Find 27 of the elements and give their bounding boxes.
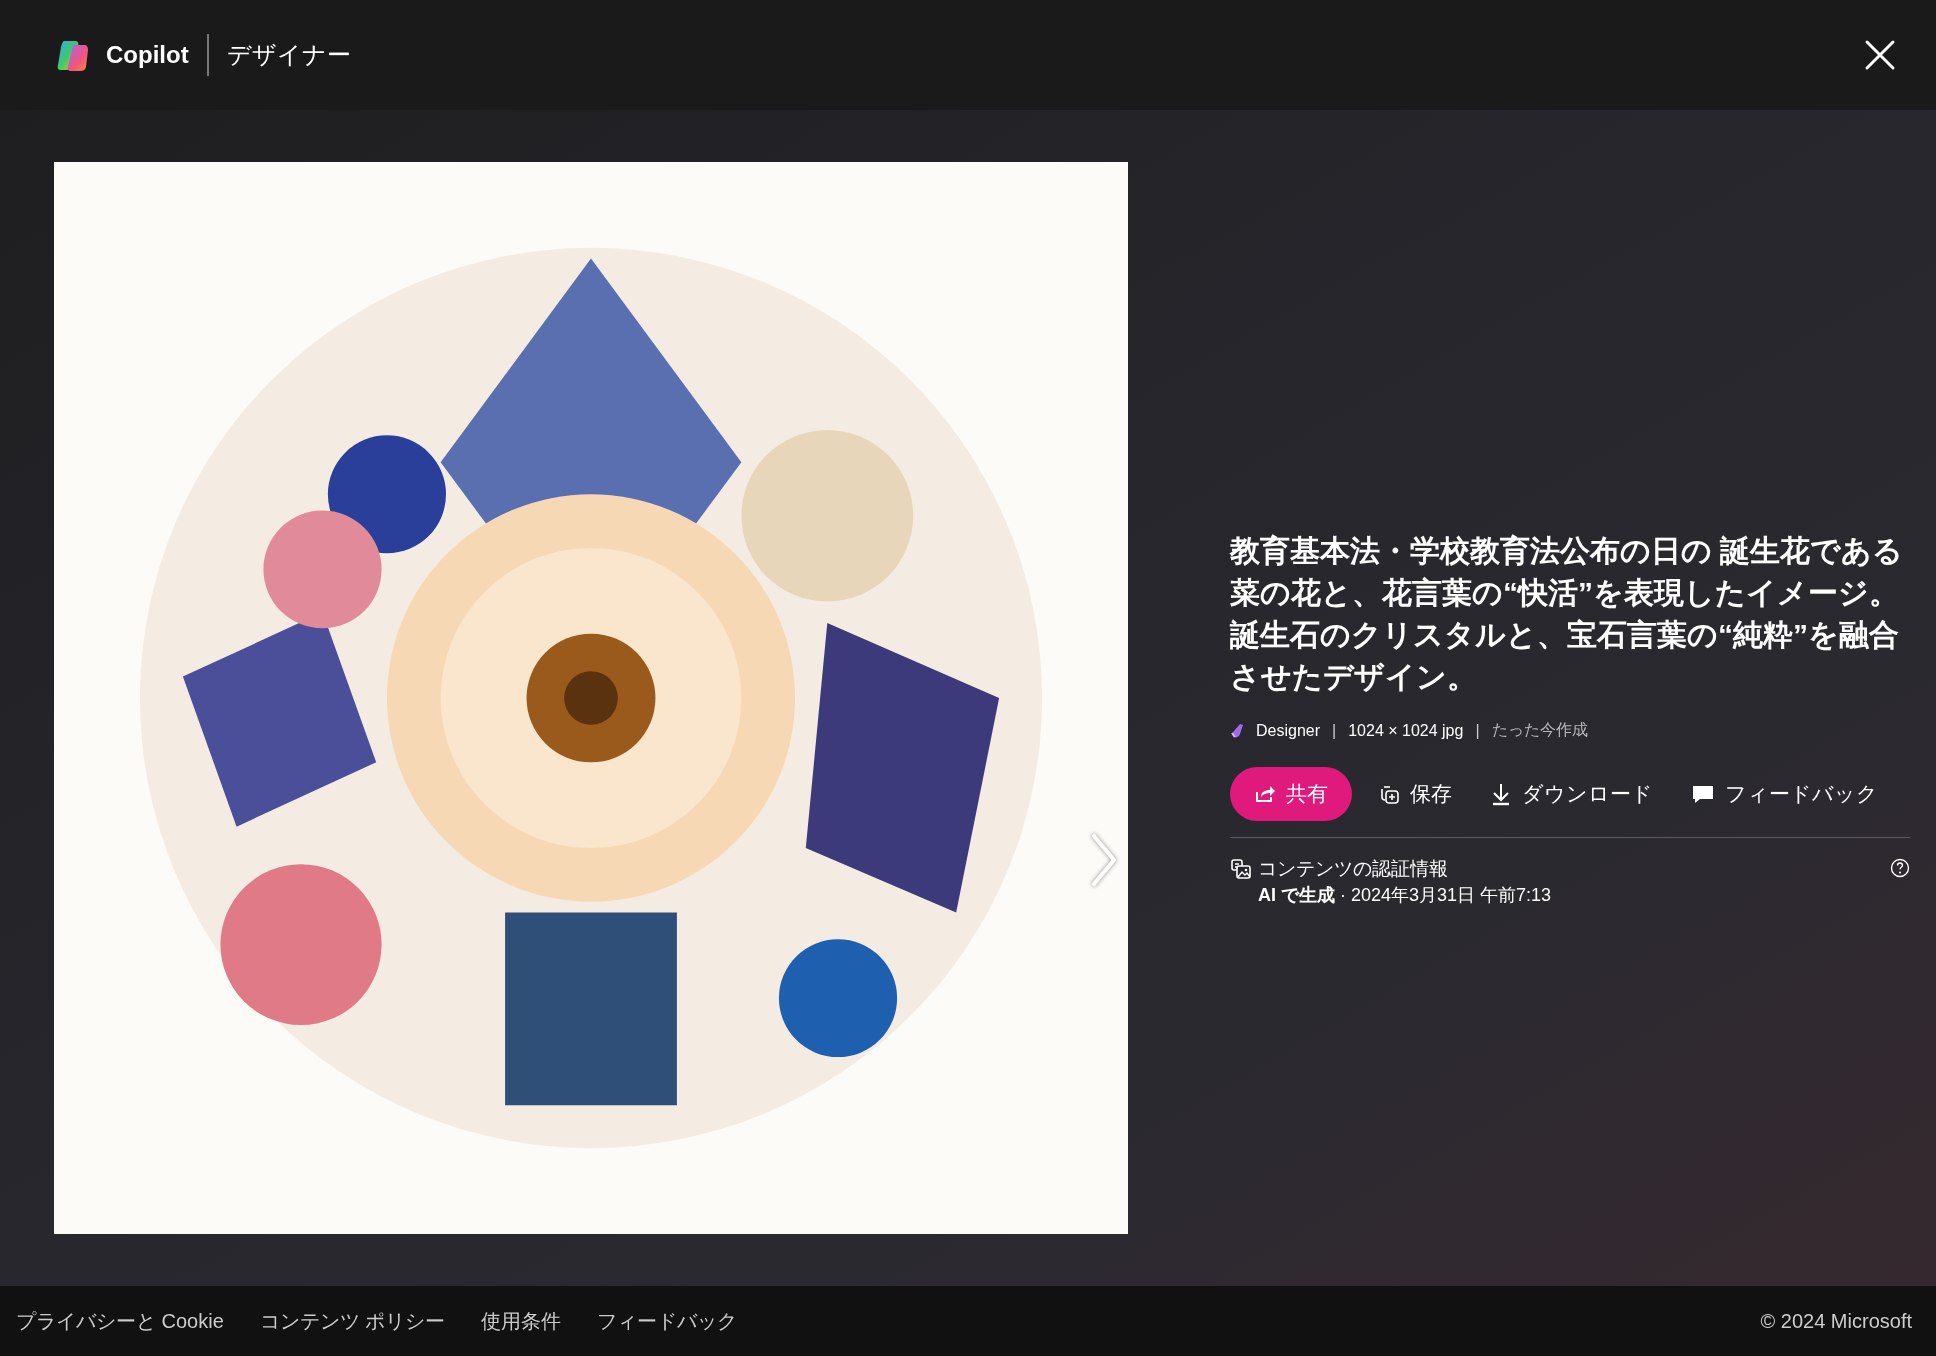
action-button[interactable]: ダウンロード: [1478, 767, 1665, 821]
share-icon: [1254, 784, 1276, 804]
separator: |: [1332, 721, 1337, 740]
image-size: 1024 × 1024 jpg: [1348, 721, 1464, 740]
footer-link[interactable]: プライバシーと Cookie: [16, 1307, 224, 1335]
product-name: デザイナー: [226, 40, 351, 70]
save-icon: [1378, 783, 1400, 805]
footer-link[interactable]: フィードバック: [597, 1307, 738, 1335]
source-label: Designer: [1256, 721, 1321, 740]
separator: |: [1475, 721, 1480, 740]
image-description: 教育基本法・学校教育法公布の日の 誕生花である菜の花と、花言葉の“快活”を表現したイメージ。誕生石のクリスタルと、宝石言葉の“純粋”を融合させたデザイン。: [1230, 533, 1905, 695]
action-button[interactable]: 保存: [1366, 767, 1464, 821]
action-button[interactable]: フィードバック: [1679, 767, 1890, 821]
help-icon[interactable]: [1890, 858, 1910, 878]
speech-bubble-icon: [1691, 783, 1715, 805]
download-icon: [1490, 782, 1512, 806]
close-button[interactable]: [1864, 39, 1896, 71]
action-button[interactable]: 共有: [1230, 767, 1352, 821]
copyright: © 2024 Microsoft: [1760, 1309, 1912, 1333]
credentials-title: コンテンツの認証情報: [1258, 857, 1449, 881]
created-time: たった今作成: [1491, 720, 1588, 740]
footer-link[interactable]: コンテンツ ポリシー: [259, 1307, 446, 1335]
credential-icon: [1230, 858, 1252, 880]
footer-link[interactable]: 使用条件: [481, 1307, 562, 1335]
designer-icon: [1230, 722, 1244, 739]
credentials-detail: AI で生成 · 2024年3月31日 午前7:13: [1258, 884, 1553, 907]
brand-name: Copilot: [106, 41, 189, 69]
